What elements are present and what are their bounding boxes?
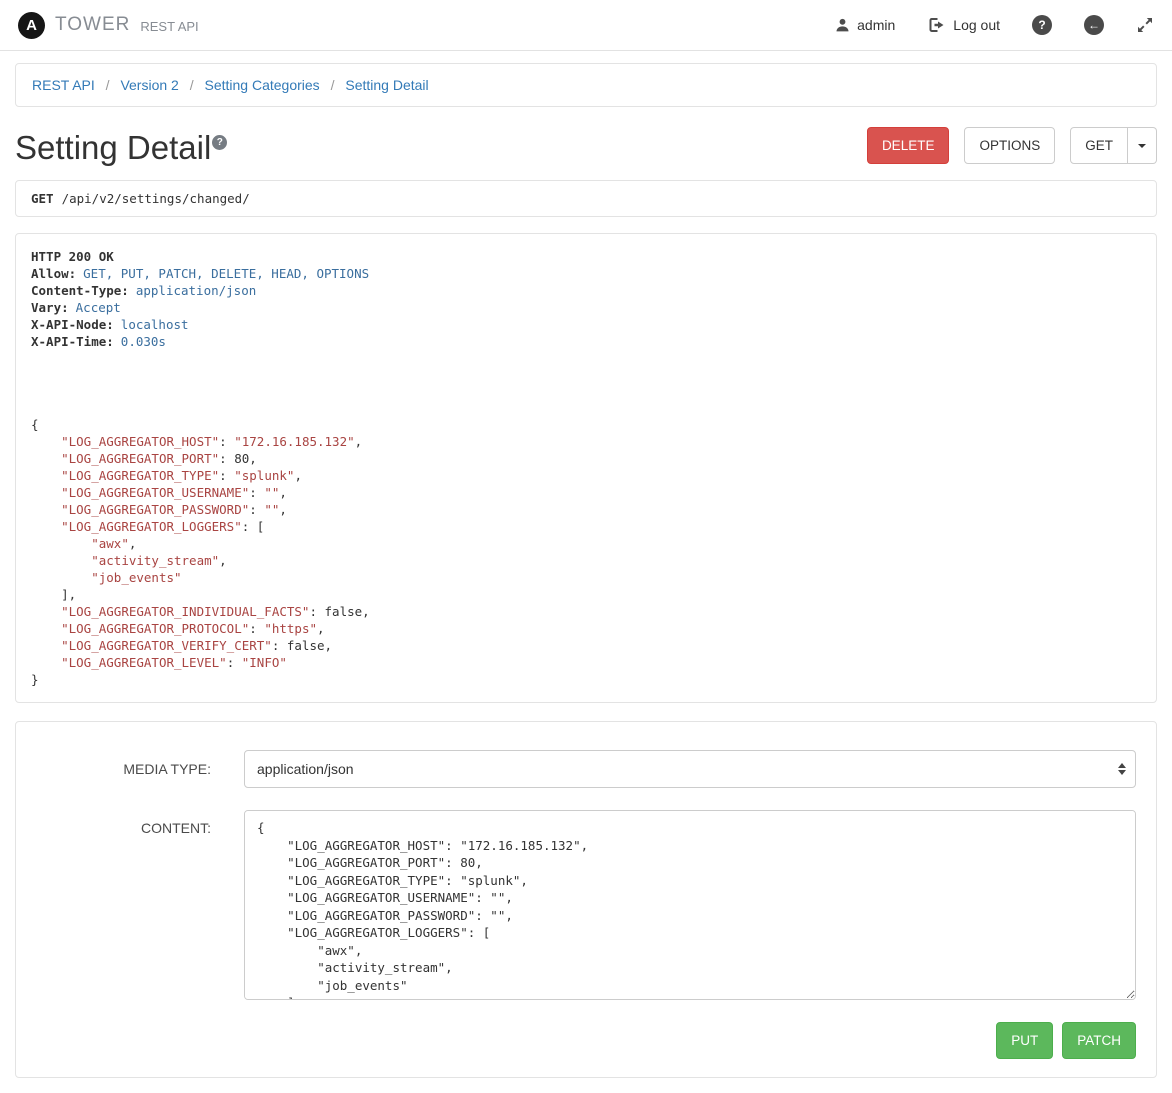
header-value: 0.030s — [121, 334, 166, 349]
logout-label: Log out — [953, 17, 1000, 33]
put-button[interactable]: PUT — [996, 1022, 1053, 1059]
response-header: X-API-Node: localhost — [31, 316, 1141, 333]
response-body: { "LOG_AGGREGATOR_HOST": "172.16.185.132… — [31, 416, 1141, 688]
get-dropdown-toggle[interactable] — [1128, 127, 1157, 164]
patch-button[interactable]: PATCH — [1062, 1022, 1136, 1059]
breadcrumb-separator: / — [106, 77, 110, 93]
delete-button[interactable]: DELETE — [867, 127, 950, 164]
response-header: Content-Type: application/json — [31, 282, 1141, 299]
header-name: Content-Type: — [31, 283, 129, 298]
breadcrumb: REST API / Version 2 / Setting Categorie… — [15, 63, 1157, 107]
response-panel: HTTP 200 OK Allow: GET, PUT, PATCH, DELET… — [15, 233, 1157, 703]
breadcrumb-link-version-2[interactable]: Version 2 — [120, 77, 178, 93]
breadcrumb-separator: / — [331, 77, 335, 93]
brand-subtitle: REST API — [140, 16, 198, 34]
request-form: MEDIA TYPE: application/json CONTENT: PU… — [15, 721, 1157, 1078]
user-icon — [835, 17, 850, 33]
logout-icon — [927, 16, 946, 34]
header-value: Accept — [76, 300, 121, 315]
back-icon[interactable]: ← — [1084, 15, 1104, 35]
response-header: X-API-Time: 0.030s — [31, 333, 1141, 350]
breadcrumb-link-setting-categories[interactable]: Setting Categories — [205, 77, 320, 93]
media-type-select[interactable]: application/json — [244, 750, 1136, 788]
content-row: CONTENT: — [36, 810, 1136, 1000]
header-name: Vary: — [31, 300, 69, 315]
header-name: X-API-Time: — [31, 334, 114, 349]
logout-button[interactable]: Log out — [927, 16, 1000, 34]
header-value: localhost — [121, 317, 189, 332]
options-button[interactable]: OPTIONS — [964, 127, 1055, 164]
brand-title: TOWER — [55, 14, 130, 36]
tower-logo-icon: A — [18, 12, 45, 39]
media-type-row: MEDIA TYPE: application/json — [36, 750, 1136, 788]
navbar-right: admin Log out ? ← — [835, 15, 1154, 35]
media-type-label: MEDIA TYPE: — [36, 761, 211, 777]
content-label: CONTENT: — [36, 810, 211, 836]
header-value: application/json — [136, 283, 256, 298]
user-name: admin — [857, 17, 895, 33]
brand-link[interactable]: A TOWER REST API — [18, 12, 199, 39]
media-type-select-wrap: application/json — [244, 750, 1136, 788]
top-navbar: A TOWER REST API admin Log out ? ← — [0, 0, 1172, 51]
request-summary: GET/api/v2/settings/changed/ — [15, 180, 1157, 217]
breadcrumb-link-setting-detail[interactable]: Setting Detail — [345, 77, 428, 93]
header-value: GET, PUT, PATCH, DELETE, HEAD, OPTIONS — [83, 266, 369, 281]
user-menu[interactable]: admin — [835, 17, 895, 33]
page-title: Setting Detail? — [15, 131, 226, 165]
help-icon[interactable]: ? — [1032, 15, 1052, 35]
get-button-group: GET — [1070, 127, 1157, 164]
title-help-icon[interactable]: ? — [212, 135, 227, 150]
header-name: X-API-Node: — [31, 317, 114, 332]
page-title-text: Setting Detail — [15, 129, 211, 166]
method-actions: DELETE OPTIONS GET — [867, 127, 1157, 164]
get-button[interactable]: GET — [1070, 127, 1128, 164]
breadcrumb-link-rest-api[interactable]: REST API — [32, 77, 95, 93]
response-status: HTTP 200 OK — [31, 248, 1141, 265]
header-name: Allow: — [31, 266, 76, 281]
request-path: /api/v2/settings/changed/ — [62, 191, 250, 206]
title-row: Setting Detail? DELETE OPTIONS GET — [15, 127, 1157, 164]
response-header: Allow: GET, PUT, PATCH, DELETE, HEAD, OPT… — [31, 265, 1141, 282]
request-method: GET — [31, 191, 54, 206]
form-actions: PUT PATCH — [36, 1022, 1136, 1059]
content-textarea[interactable] — [244, 810, 1136, 1000]
breadcrumb-separator: / — [190, 77, 194, 93]
expand-icon[interactable] — [1136, 16, 1154, 34]
caret-down-icon — [1138, 144, 1146, 148]
response-header: Vary: Accept — [31, 299, 1141, 316]
